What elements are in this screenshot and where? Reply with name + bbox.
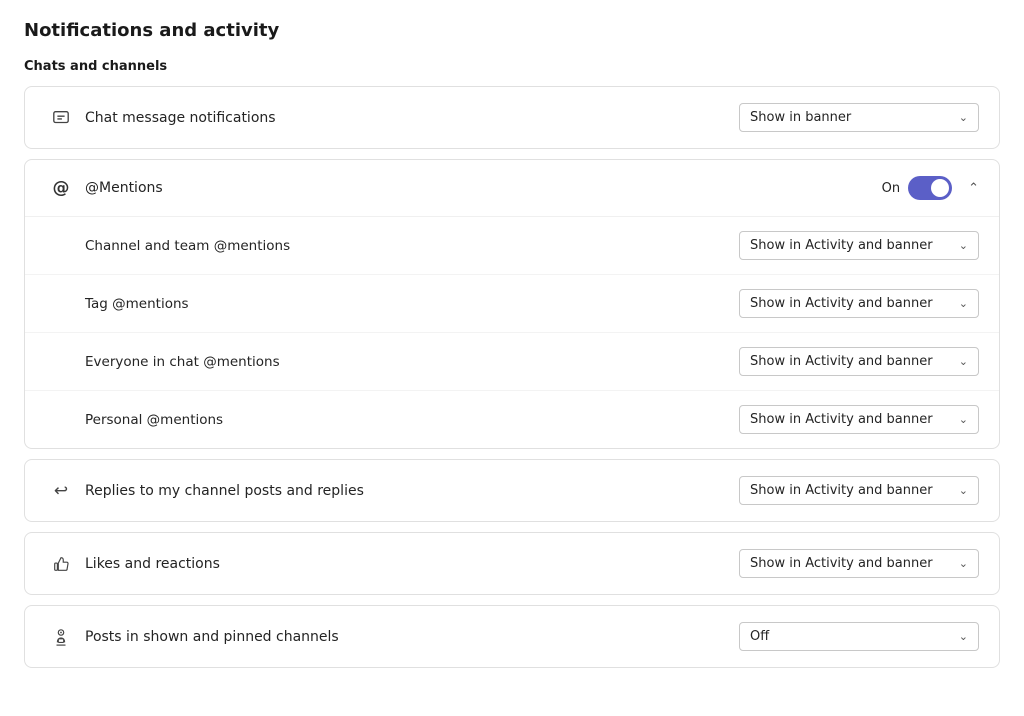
replies-dropdown[interactable]: Show in Activity and banner ⌄ (739, 476, 979, 505)
toggle-on-label: On (882, 181, 900, 196)
chevron-down-icon: ⌄ (959, 413, 968, 426)
chevron-down-icon: ⌄ (959, 557, 968, 570)
likes-card: Likes and reactions Show in Activity and… (24, 532, 1000, 595)
reply-icon: ↩ (45, 481, 77, 501)
chat-message-dropdown[interactable]: Show in banner ⌄ (739, 103, 979, 132)
replies-card: ↩ Replies to my channel posts and replie… (24, 459, 1000, 522)
personal-mentions-dropdown[interactable]: Show in Activity and banner ⌄ (739, 405, 979, 434)
pinned-posts-label: Posts in shown and pinned channels (77, 629, 739, 645)
mentions-sub-row-personal: Personal @mentions Show in Activity and … (25, 391, 999, 448)
chat-icon (45, 109, 77, 127)
chat-message-card: Chat message notifications Show in banne… (24, 86, 1000, 149)
channel-team-mentions-value: Show in Activity and banner (750, 238, 933, 253)
chevron-down-icon: ⌄ (959, 355, 968, 368)
everyone-mentions-dropdown[interactable]: Show in Activity and banner ⌄ (739, 347, 979, 376)
chat-message-dropdown-value: Show in banner (750, 110, 851, 125)
mention-icon: @ (45, 178, 77, 198)
everyone-mentions-label: Everyone in chat @mentions (85, 354, 739, 370)
section-title: Chats and channels (24, 59, 1000, 74)
mentions-label: @Mentions (77, 180, 882, 196)
personal-mentions-value: Show in Activity and banner (750, 412, 933, 427)
chat-message-label: Chat message notifications (77, 110, 739, 126)
collapse-icon[interactable]: ⌃ (968, 181, 979, 196)
mentions-toggle[interactable] (908, 176, 952, 200)
pinned-posts-card: Posts in shown and pinned channels Off ⌄ (24, 605, 1000, 668)
pinned-posts-dropdown-value: Off (750, 629, 769, 644)
everyone-mentions-value: Show in Activity and banner (750, 354, 933, 369)
like-icon (45, 555, 77, 573)
personal-mentions-label: Personal @mentions (85, 412, 739, 428)
chevron-down-icon: ⌄ (959, 297, 968, 310)
chevron-down-icon: ⌄ (959, 239, 968, 252)
replies-label: Replies to my channel posts and replies (77, 483, 739, 499)
chevron-down-icon: ⌄ (959, 484, 968, 497)
mentions-card: @ @Mentions On ⌃ Channel and team @menti… (24, 159, 1000, 449)
mentions-sub-row-tag: Tag @mentions Show in Activity and banne… (25, 275, 999, 333)
pinned-posts-dropdown[interactable]: Off ⌄ (739, 622, 979, 651)
channel-team-mentions-dropdown[interactable]: Show in Activity and banner ⌄ (739, 231, 979, 260)
tag-mentions-label: Tag @mentions (85, 296, 739, 312)
likes-dropdown[interactable]: Show in Activity and banner ⌄ (739, 549, 979, 578)
replies-dropdown-value: Show in Activity and banner (750, 483, 933, 498)
chevron-down-icon: ⌄ (959, 111, 968, 124)
likes-label: Likes and reactions (77, 556, 739, 572)
mentions-sub-row-channel: Channel and team @mentions Show in Activ… (25, 217, 999, 275)
chevron-down-icon: ⌄ (959, 630, 968, 643)
mentions-sub-row-everyone: Everyone in chat @mentions Show in Activ… (25, 333, 999, 391)
likes-dropdown-value: Show in Activity and banner (750, 556, 933, 571)
tag-mentions-dropdown[interactable]: Show in Activity and banner ⌄ (739, 289, 979, 318)
tag-mentions-value: Show in Activity and banner (750, 296, 933, 311)
pinned-icon (45, 628, 77, 646)
channel-team-mentions-label: Channel and team @mentions (85, 238, 739, 254)
page-title: Notifications and activity (24, 20, 1000, 41)
mentions-header: @ @Mentions On ⌃ (25, 160, 999, 217)
